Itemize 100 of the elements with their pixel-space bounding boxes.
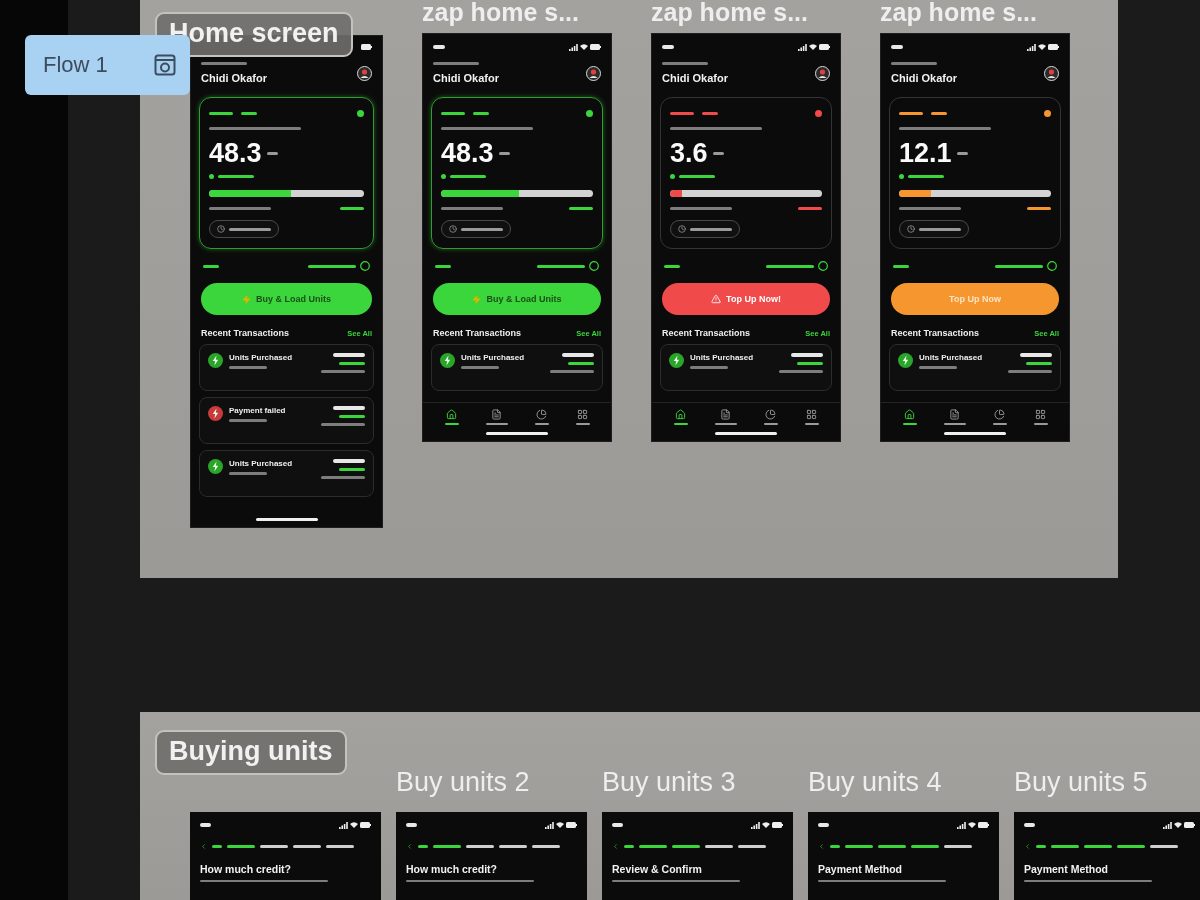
transaction-card[interactable]: Units Purchased bbox=[199, 450, 374, 497]
clock-icon bbox=[678, 225, 686, 233]
section-heading: Recent Transactions bbox=[891, 328, 980, 338]
back-chevron-icon[interactable] bbox=[1024, 843, 1031, 850]
blurred-text bbox=[339, 362, 365, 365]
tab-bar-item[interactable] bbox=[1033, 409, 1048, 425]
blurred-text bbox=[333, 353, 365, 357]
blurred-text bbox=[899, 112, 923, 115]
blurred-text bbox=[333, 459, 365, 463]
chip-button[interactable] bbox=[441, 220, 511, 238]
home-indicator bbox=[255, 518, 318, 521]
blurred-text bbox=[1036, 845, 1046, 848]
blurred-text bbox=[498, 152, 510, 155]
blurred-text bbox=[461, 366, 499, 369]
back-chevron-icon[interactable] bbox=[406, 843, 413, 850]
blurred-text bbox=[664, 264, 680, 268]
wifi-icon bbox=[556, 822, 564, 828]
tab-bar-item[interactable] bbox=[943, 409, 966, 425]
signal-icon bbox=[751, 821, 760, 829]
blurred-text bbox=[662, 62, 708, 65]
back-chevron-icon[interactable] bbox=[818, 843, 825, 850]
tab-bar-item[interactable] bbox=[902, 409, 917, 425]
blurred-text bbox=[624, 845, 634, 848]
transaction-title: Units Purchased bbox=[229, 459, 293, 468]
back-chevron-icon[interactable] bbox=[200, 843, 207, 850]
blurred-text bbox=[702, 112, 718, 115]
transaction-title: Units Purchased bbox=[229, 353, 293, 362]
transaction-card[interactable]: Units Purchased bbox=[431, 344, 603, 391]
battery-icon bbox=[819, 44, 830, 50]
blurred-text bbox=[818, 823, 829, 827]
wifi-icon bbox=[809, 44, 817, 50]
signal-icon bbox=[957, 821, 966, 829]
blurred-text bbox=[450, 175, 486, 178]
transaction-card[interactable]: Units Purchased bbox=[660, 344, 832, 391]
primary-button[interactable]: Buy & Load Units bbox=[433, 283, 601, 315]
transaction-card[interactable]: Units Purchased bbox=[199, 344, 374, 391]
blurred-text bbox=[406, 823, 417, 827]
blurred-text bbox=[1008, 370, 1052, 373]
clock-icon bbox=[907, 225, 915, 233]
clock-icon bbox=[449, 225, 457, 233]
transaction-card[interactable]: Payment failed bbox=[199, 397, 374, 444]
blurred-text bbox=[473, 112, 489, 115]
back-chevron-icon[interactable] bbox=[612, 843, 619, 850]
blurred-text bbox=[418, 845, 428, 848]
home-indicator bbox=[715, 432, 777, 435]
transaction-title: Units Purchased bbox=[919, 353, 983, 362]
signal-icon bbox=[569, 43, 578, 51]
tab-bar-item[interactable] bbox=[992, 409, 1007, 425]
bolt-badge-icon bbox=[208, 406, 223, 421]
blurred-text bbox=[321, 370, 365, 373]
avatar-icon bbox=[1044, 65, 1059, 81]
tab-bar-item[interactable] bbox=[485, 409, 508, 425]
battery-icon bbox=[978, 822, 989, 828]
window-icon bbox=[154, 54, 176, 76]
tab-bar-item[interactable] bbox=[763, 409, 778, 425]
blurred-text bbox=[339, 468, 365, 471]
primary-button[interactable]: Top Up Now! bbox=[662, 283, 830, 315]
blurred-text bbox=[779, 370, 823, 373]
blurred-text bbox=[670, 207, 732, 210]
chip-button[interactable] bbox=[670, 220, 740, 238]
chip-button[interactable] bbox=[209, 220, 279, 238]
tab-bar-item[interactable] bbox=[575, 409, 590, 425]
status-dot-icon bbox=[209, 174, 214, 179]
tab-bar-item[interactable] bbox=[534, 409, 549, 425]
home-indicator bbox=[944, 432, 1006, 435]
frame-title: Buy units 4 bbox=[808, 766, 942, 799]
blurred-text bbox=[919, 366, 957, 369]
tab-bar-item[interactable] bbox=[673, 409, 688, 425]
user-name: Chidi Okafor bbox=[662, 72, 728, 84]
bolt-icon bbox=[242, 294, 251, 304]
tab-bar-item[interactable] bbox=[444, 409, 459, 425]
blurred-text bbox=[537, 264, 585, 268]
screen-heading: Payment Method bbox=[818, 863, 902, 875]
ring-icon bbox=[1047, 261, 1057, 271]
signal-icon bbox=[339, 821, 348, 829]
user-name: Chidi Okafor bbox=[891, 72, 957, 84]
blurred-text bbox=[712, 152, 724, 155]
blurred-text bbox=[690, 366, 728, 369]
tab-icon bbox=[904, 409, 915, 420]
primary-button[interactable]: Buy & Load Units bbox=[201, 283, 372, 315]
tab-icon bbox=[765, 409, 776, 420]
transaction-title: Units Purchased bbox=[690, 353, 754, 362]
tab-bar-item[interactable] bbox=[714, 409, 737, 425]
tab-icon bbox=[675, 409, 686, 420]
tab-bar-item[interactable] bbox=[804, 409, 819, 425]
blurred-text bbox=[899, 207, 961, 210]
meter-reading: 12.1 bbox=[899, 140, 952, 167]
blurred-text bbox=[321, 476, 365, 479]
section-heading: Recent Transactions bbox=[662, 328, 751, 338]
blurred-text bbox=[690, 227, 732, 231]
transaction-title: Units Purchased bbox=[461, 353, 525, 362]
blurred-text bbox=[433, 45, 445, 49]
tab-icon bbox=[806, 409, 817, 420]
transaction-card[interactable]: Units Purchased bbox=[889, 344, 1061, 391]
blurred-text bbox=[433, 62, 479, 65]
frame-title: Buy units 3 bbox=[602, 766, 736, 799]
chip-button[interactable] bbox=[899, 220, 969, 238]
blurred-text bbox=[266, 152, 278, 155]
flow-chip[interactable]: Flow 1 bbox=[25, 35, 190, 95]
blurred-text bbox=[1027, 207, 1051, 210]
